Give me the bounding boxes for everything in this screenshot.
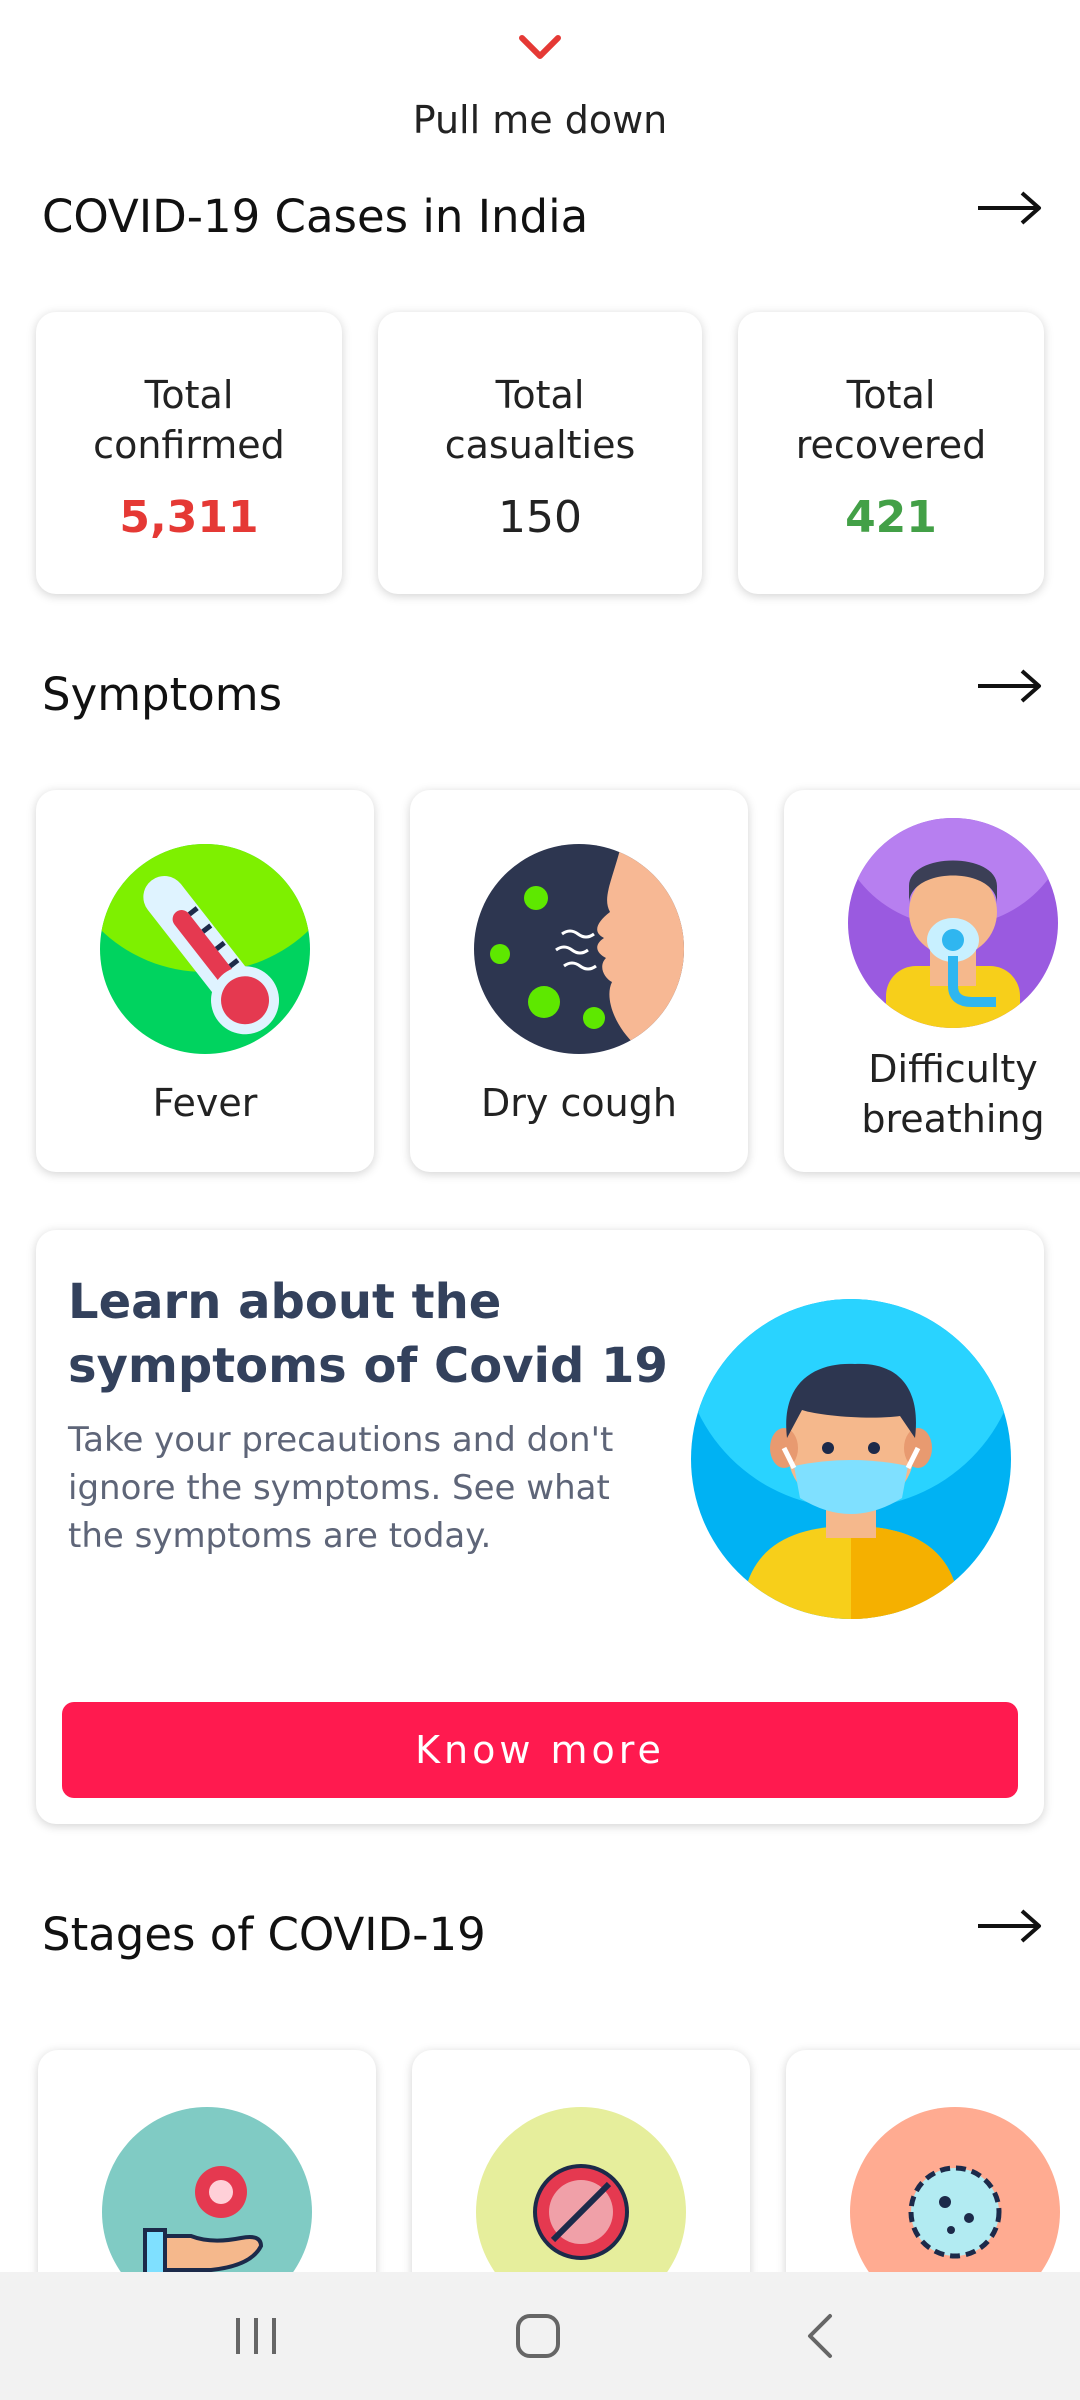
- know-more-button[interactable]: Know more: [62, 1702, 1018, 1798]
- stat-value-recovered: 421: [845, 492, 937, 543]
- back-icon[interactable]: [790, 2308, 850, 2364]
- learn-card: Learn about the symptoms of Covid 19 Tak…: [36, 1230, 1044, 1824]
- symptoms-header: Symptoms: [42, 658, 1042, 728]
- stat-label-recovered: Total recovered: [738, 370, 1044, 470]
- stat-card-confirmed[interactable]: Total confirmed 5,311: [36, 312, 342, 594]
- recent-apps-icon[interactable]: [226, 2308, 286, 2364]
- stat-value-casualties: 150: [498, 492, 582, 543]
- stages-header: Stages of COVID-19: [42, 1898, 1042, 1968]
- stages-title: Stages of COVID-19: [42, 1908, 486, 1961]
- symptom-label-line1: Difficulty: [868, 1047, 1038, 1091]
- cases-header: COVID-19 Cases in India: [42, 180, 1042, 250]
- stat-label-confirmed: Total confirmed: [36, 370, 342, 470]
- pull-down-area[interactable]: Pull me down: [0, 0, 1080, 170]
- arrow-right-icon[interactable]: [976, 666, 1044, 706]
- symptom-label: Difficulty breathing: [784, 1044, 1080, 1144]
- home-icon[interactable]: [508, 2308, 568, 2364]
- symptom-card-dry-cough[interactable]: Dry cough: [410, 790, 748, 1172]
- symptoms-title: Symptoms: [42, 668, 283, 721]
- stat-value-confirmed: 5,311: [119, 492, 259, 543]
- stat-label-line2: confirmed: [93, 423, 285, 467]
- arrow-right-icon[interactable]: [976, 1906, 1044, 1946]
- stat-card-casualties[interactable]: Total casualties 150: [378, 312, 702, 594]
- symptom-label: Dry cough: [481, 1081, 677, 1125]
- cough-icon: [474, 844, 684, 1054]
- learn-body: Take your precautions and don't ignore t…: [68, 1420, 614, 1556]
- cases-title: COVID-19 Cases in India: [42, 190, 589, 243]
- chevron-down-icon: [519, 35, 561, 59]
- stat-label-line1: Total: [144, 373, 234, 417]
- stat-label-line2: recovered: [795, 423, 987, 467]
- stat-label-line1: Total: [846, 373, 936, 417]
- symptom-card-fever[interactable]: Fever: [36, 790, 374, 1172]
- masked-person-icon: [691, 1299, 1011, 1619]
- thermometer-icon: [100, 844, 310, 1054]
- oxygen-mask-icon: [848, 818, 1058, 1028]
- symptom-label: Fever: [152, 1081, 258, 1125]
- system-nav-bar: [0, 2272, 1080, 2400]
- symptom-card-difficulty-breathing[interactable]: Difficulty breathing: [784, 790, 1080, 1172]
- symptom-label-line2: breathing: [861, 1097, 1045, 1141]
- pull-down-label: Pull me down: [412, 98, 668, 142]
- stat-card-recovered[interactable]: Total recovered 421: [738, 312, 1044, 594]
- stat-label-casualties: Total casualties: [378, 370, 702, 470]
- learn-heading: Learn about the symptoms of Covid 19: [68, 1274, 668, 1394]
- arrow-right-icon[interactable]: [976, 188, 1044, 228]
- stat-label-line2: casualties: [444, 423, 636, 467]
- stat-label-line1: Total: [495, 373, 585, 417]
